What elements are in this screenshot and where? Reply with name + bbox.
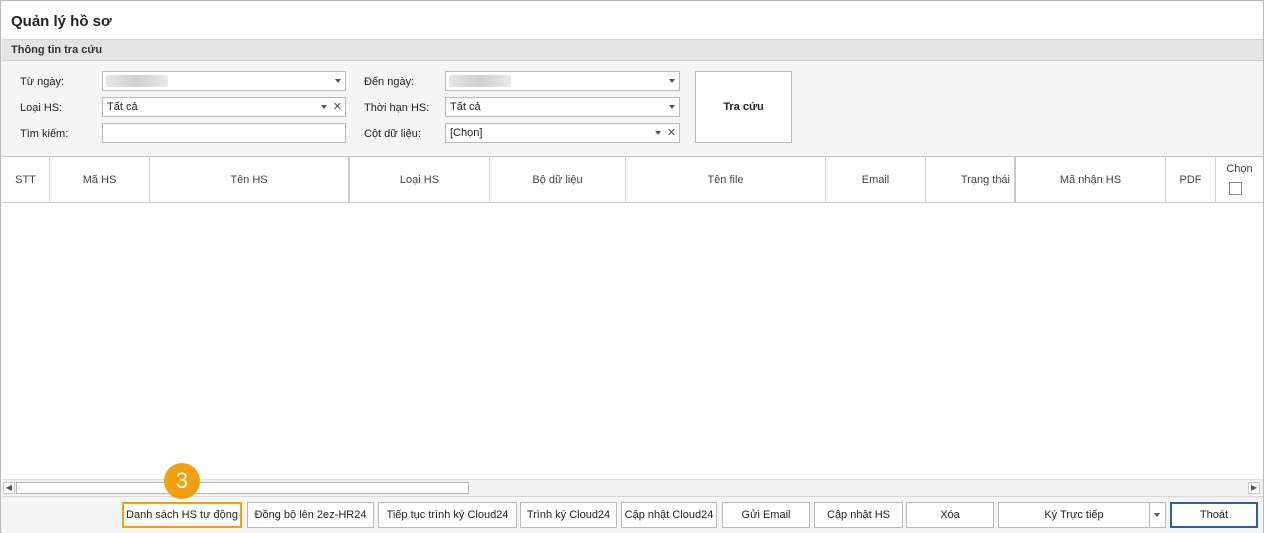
scrollbar-thumb[interactable] (16, 482, 469, 494)
col-header-trang-thai[interactable]: Trạng thái (926, 157, 1016, 203)
send-email-button[interactable]: Gửi Email (722, 502, 810, 528)
sync-button[interactable]: Đồng bộ lên 2ez-HR24 (247, 502, 374, 528)
from-date-label: Từ ngày: (20, 76, 65, 88)
chevron-down-icon[interactable] (1154, 513, 1160, 517)
submit-sign-button[interactable]: Trình ký Cloud24 (520, 502, 617, 528)
chevron-down-icon[interactable] (669, 105, 675, 109)
section-title: Thông tin tra cứu (11, 44, 103, 56)
period-select[interactable]: Tất cả (445, 97, 680, 117)
page-title: Quản lý hồ sơ (11, 13, 112, 30)
from-date-picker[interactable] (102, 71, 346, 91)
title-bar: Quản lý hồ sơ (2, 2, 1263, 40)
col-header-ma-hs[interactable]: Mã HS (50, 157, 150, 203)
scroll-left-icon[interactable]: ◀ (3, 482, 15, 494)
col-header-ten-file[interactable]: Tên file (626, 157, 826, 203)
sign-direct-dropdown[interactable] (1149, 502, 1166, 528)
continue-sign-button[interactable]: Tiếp tục trình ký Cloud24 (378, 502, 517, 528)
records-grid: STT Mã HS Tên HS Loại HS Bộ dữ liệu Tên … (2, 156, 1263, 495)
scroll-right-icon[interactable]: ▶ (1248, 482, 1260, 494)
column-select-value: [Chọn] (450, 127, 483, 139)
col-header-pdf[interactable]: PDF (1166, 157, 1216, 203)
search-input[interactable] (102, 123, 346, 143)
chevron-down-icon[interactable] (655, 131, 661, 135)
col-header-ten-hs[interactable]: Tên HS (150, 157, 350, 203)
update-hs-button[interactable]: Cập nhật HS (814, 502, 903, 528)
to-date-picker[interactable] (445, 71, 680, 91)
period-select-value: Tất cả (450, 101, 481, 113)
col-header-bo-du-lieu[interactable]: Bộ dữ liệu (490, 157, 626, 203)
col-header-loai-hs[interactable]: Loại HS (350, 157, 490, 203)
chevron-down-icon[interactable] (669, 79, 675, 83)
search-label: Tìm kiếm: (20, 128, 69, 140)
app-window: Quản lý hồ sơ Thông tin tra cứu Từ ngày:… (0, 0, 1264, 533)
action-toolbar: Danh sách HS tự động Đồng bộ lên 2ez-HR2… (2, 496, 1263, 533)
to-date-value-redacted (449, 75, 511, 87)
update-cloud-button[interactable]: Cập nhật Cloud24 (621, 502, 717, 528)
step-badge: 3 (164, 463, 200, 499)
column-select[interactable]: [Chọn] ✕ (445, 123, 680, 143)
clear-icon[interactable]: ✕ (667, 126, 676, 139)
col-header-chon[interactable]: Chọn (1216, 157, 1263, 203)
from-date-value-redacted (106, 75, 168, 87)
chevron-down-icon[interactable] (335, 79, 341, 83)
search-section-header: Thông tin tra cứu (2, 40, 1263, 61)
exit-button[interactable]: Thoát (1170, 502, 1258, 528)
sign-direct-button[interactable]: Ký Trực tiếp (998, 502, 1150, 528)
column-label: Cột dữ liệu: (364, 128, 421, 140)
filter-panel: Từ ngày: Đến ngày: Loại HS: Tất cả ✕ Thờ… (2, 61, 1263, 155)
select-all-checkbox[interactable] (1229, 182, 1242, 195)
clear-icon[interactable]: ✕ (333, 100, 342, 113)
delete-button[interactable]: Xóa (906, 502, 994, 528)
type-select-value: Tất cả (107, 101, 138, 113)
col-header-stt[interactable]: STT (2, 157, 50, 203)
type-select[interactable]: Tất cả ✕ (102, 97, 346, 117)
col-header-email[interactable]: Email (826, 157, 926, 203)
period-label: Thời hạn HS: (364, 102, 430, 114)
type-label: Loại HS: (20, 102, 63, 114)
col-header-ma-nhan-hs[interactable]: Mã nhận HS (1016, 157, 1166, 203)
search-button[interactable]: Tra cứu (695, 71, 792, 143)
chevron-down-icon[interactable] (321, 105, 327, 109)
to-date-label: Đến ngày: (364, 76, 415, 88)
auto-list-button[interactable]: Danh sách HS tự động (122, 502, 242, 528)
